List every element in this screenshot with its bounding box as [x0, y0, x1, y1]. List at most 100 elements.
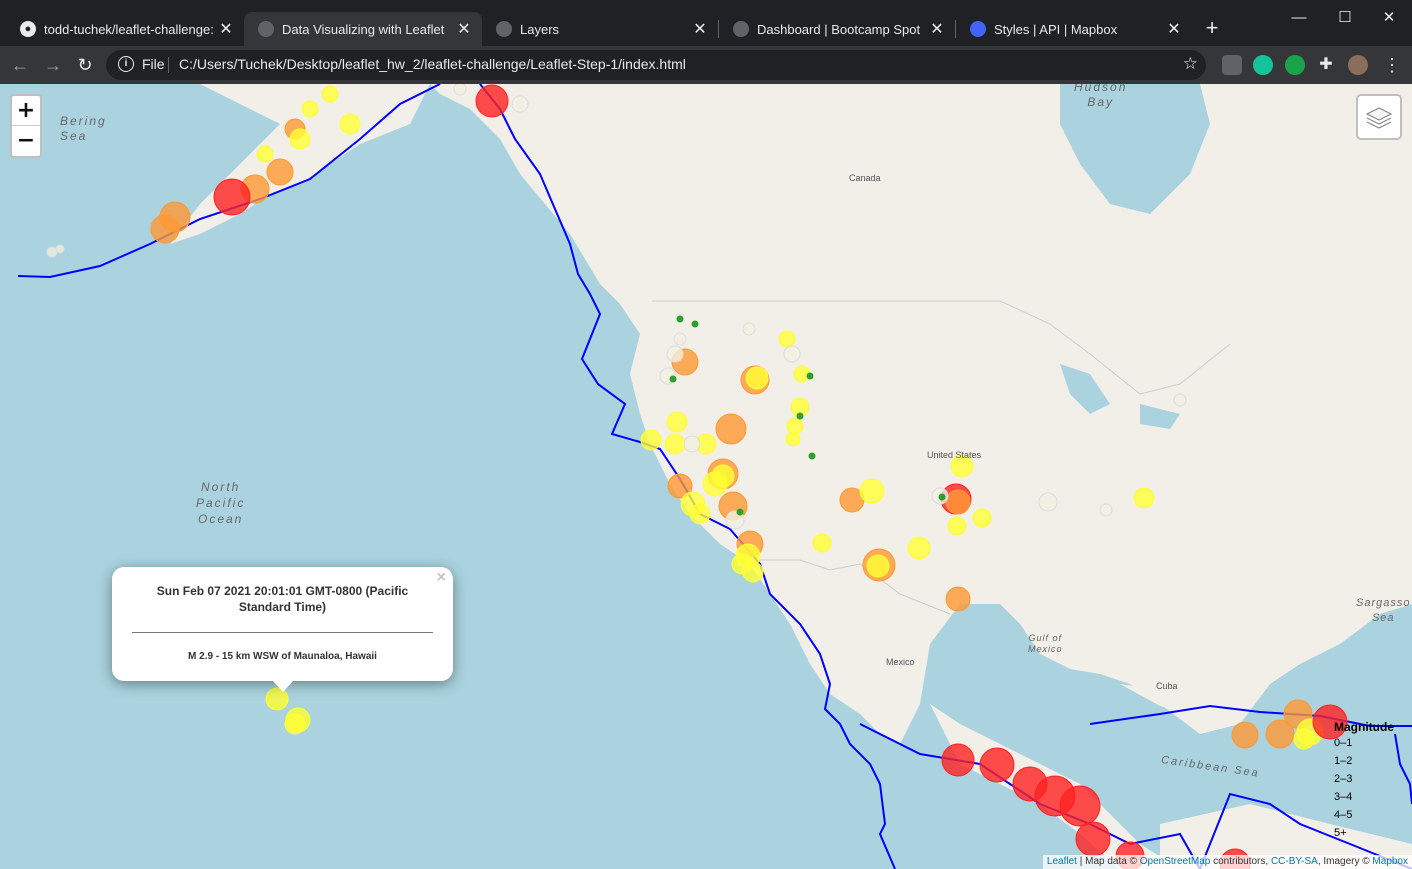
earthquake-marker[interactable] [664, 433, 686, 455]
earthquake-marker[interactable] [691, 320, 699, 328]
earthquake-marker[interactable] [702, 471, 728, 497]
earthquake-marker[interactable] [1075, 821, 1111, 857]
earthquake-marker[interactable] [1231, 721, 1259, 749]
tab-title: Dashboard | Bootcamp Spot [757, 21, 921, 37]
url-text[interactable]: C:/Users/Tuchek/Desktop/leaflet_hw_2/lea… [179, 56, 686, 72]
earthquake-marker[interactable] [1059, 785, 1101, 827]
new-tab-button[interactable]: + [1200, 16, 1224, 40]
reload-icon[interactable]: ↻ [73, 53, 97, 77]
tab-mapbox[interactable]: Styles | API | Mapbox ✕ [956, 12, 1192, 46]
earthquake-marker[interactable] [1099, 503, 1113, 517]
attribution-text: , Imagery © [1317, 856, 1373, 867]
grammarly-icon[interactable] [1253, 55, 1273, 75]
mapbox-link[interactable]: Mapbox [1372, 856, 1408, 867]
globe-icon [733, 21, 749, 37]
earthquake-marker[interactable] [1133, 487, 1155, 509]
osm-link[interactable]: OpenStreetMap [1140, 856, 1211, 867]
popup-close-button[interactable]: × [437, 569, 446, 587]
tab-layers[interactable]: Layers ✕ [482, 12, 718, 46]
earthquake-marker[interactable] [742, 561, 764, 583]
earthquake-marker[interactable] [150, 214, 180, 244]
close-icon[interactable]: ✕ [929, 19, 945, 39]
tab-github[interactable]: ● todd-tuchek/leaflet-challenge: Le ✕ [6, 12, 244, 46]
earthquake-marker[interactable] [979, 747, 1015, 783]
forward-icon[interactable]: → [41, 53, 65, 77]
browser-window: ● todd-tuchek/leaflet-challenge: Le ✕ Da… [0, 0, 1412, 869]
layers-control-button[interactable] [1356, 94, 1402, 140]
maximize-icon[interactable]: ☐ [1322, 6, 1368, 30]
earthquake-marker[interactable] [689, 503, 711, 525]
earthquake-marker[interactable] [907, 536, 931, 560]
earthquake-marker[interactable] [511, 95, 529, 113]
tab-title: Styles | API | Mapbox [994, 21, 1118, 37]
earthquake-marker[interactable] [289, 128, 311, 150]
profile-avatar[interactable] [1348, 55, 1368, 75]
zoom-out-button[interactable]: − [12, 126, 40, 156]
bookmark-star-icon[interactable]: ☆ [1183, 54, 1198, 74]
puzzle-icon[interactable]: ✚ [1316, 55, 1336, 75]
earthquake-marker[interactable] [778, 330, 796, 348]
tab-bootcamp[interactable]: Dashboard | Bootcamp Spot ✕ [719, 12, 955, 46]
tab-title: todd-tuchek/leaflet-challenge: Le [44, 21, 218, 37]
close-icon[interactable]: ✕ [218, 19, 234, 39]
address-bar[interactable]: i File C:/Users/Tuchek/Desktop/leaflet_h… [106, 50, 1206, 80]
earthquake-marker[interactable] [321, 85, 339, 103]
earthquake-marker[interactable] [941, 743, 975, 777]
earthquake-marker[interactable] [669, 375, 677, 383]
earthquake-marker[interactable] [808, 452, 816, 460]
earthquake-marker[interactable] [640, 429, 662, 451]
earthquake-marker[interactable] [673, 332, 687, 346]
earthquake-marker[interactable] [742, 322, 756, 336]
earthquake-marker[interactable] [866, 554, 890, 578]
earthquake-marker[interactable] [683, 435, 701, 453]
tab-leaflet[interactable]: Data Visualizing with Leaflet ✕ [244, 12, 482, 46]
back-icon[interactable]: ← [8, 53, 32, 77]
extension-green-icon[interactable] [1285, 55, 1305, 75]
earthquake-marker[interactable] [1173, 393, 1187, 407]
earthquake-marker[interactable] [666, 345, 684, 363]
earthquake-marker[interactable] [1293, 728, 1315, 750]
earthquake-marker[interactable] [972, 508, 992, 528]
earthquake-marker[interactable] [301, 100, 319, 118]
earthquake-marker[interactable] [256, 145, 274, 163]
info-icon[interactable]: i [118, 56, 134, 72]
leaflet-link[interactable]: Leaflet [1047, 856, 1077, 867]
close-icon[interactable]: ✕ [456, 19, 472, 39]
earthquake-marker[interactable] [453, 84, 467, 96]
earthquake-marker[interactable] [339, 113, 361, 135]
earthquake-marker[interactable] [806, 372, 814, 380]
earthquake-marker[interactable] [736, 508, 744, 516]
earthquake-marker[interactable] [938, 493, 946, 501]
zoom-in-button[interactable]: + [12, 96, 40, 126]
earthquake-marker[interactable] [785, 431, 801, 447]
earthquake-marker[interactable] [46, 246, 58, 258]
earthquake-marker[interactable] [859, 478, 885, 504]
extension-icon[interactable] [1222, 55, 1242, 75]
close-icon[interactable]: ✕ [692, 19, 708, 39]
legend-item: 4–5 [1334, 809, 1353, 821]
earthquake-marker[interactable] [783, 345, 801, 363]
earthquake-marker[interactable] [55, 244, 65, 254]
earthquake-marker[interactable] [715, 413, 747, 445]
layers-icon [1365, 107, 1393, 129]
earthquake-marker[interactable] [213, 178, 251, 216]
minimize-icon[interactable]: — [1276, 6, 1322, 30]
earthquake-marker[interactable] [796, 412, 804, 420]
window-close-icon[interactable]: ✕ [1366, 6, 1412, 30]
earthquake-marker[interactable] [745, 366, 769, 390]
close-icon[interactable]: ✕ [1166, 19, 1182, 39]
earthquake-marker[interactable] [812, 533, 832, 553]
earthquake-marker[interactable] [266, 158, 294, 186]
earthquake-marker[interactable] [945, 586, 971, 612]
cc-by-sa-link[interactable]: CC-BY-SA [1271, 856, 1318, 867]
earthquake-marker[interactable] [475, 84, 509, 118]
earthquake-marker[interactable] [947, 516, 967, 536]
menu-kebab-icon[interactable]: ⋮ [1382, 55, 1402, 75]
earthquake-marker[interactable] [945, 489, 971, 515]
earthquake-marker[interactable] [676, 315, 684, 323]
earthquake-marker[interactable] [666, 411, 688, 433]
leaflet-map[interactable]: Bering Sea North Pacific Ocean Hudson Ba… [0, 84, 1412, 869]
earthquake-marker[interactable] [284, 713, 306, 735]
earthquake-marker[interactable] [1038, 492, 1058, 512]
earthquake-marker[interactable] [786, 417, 804, 435]
